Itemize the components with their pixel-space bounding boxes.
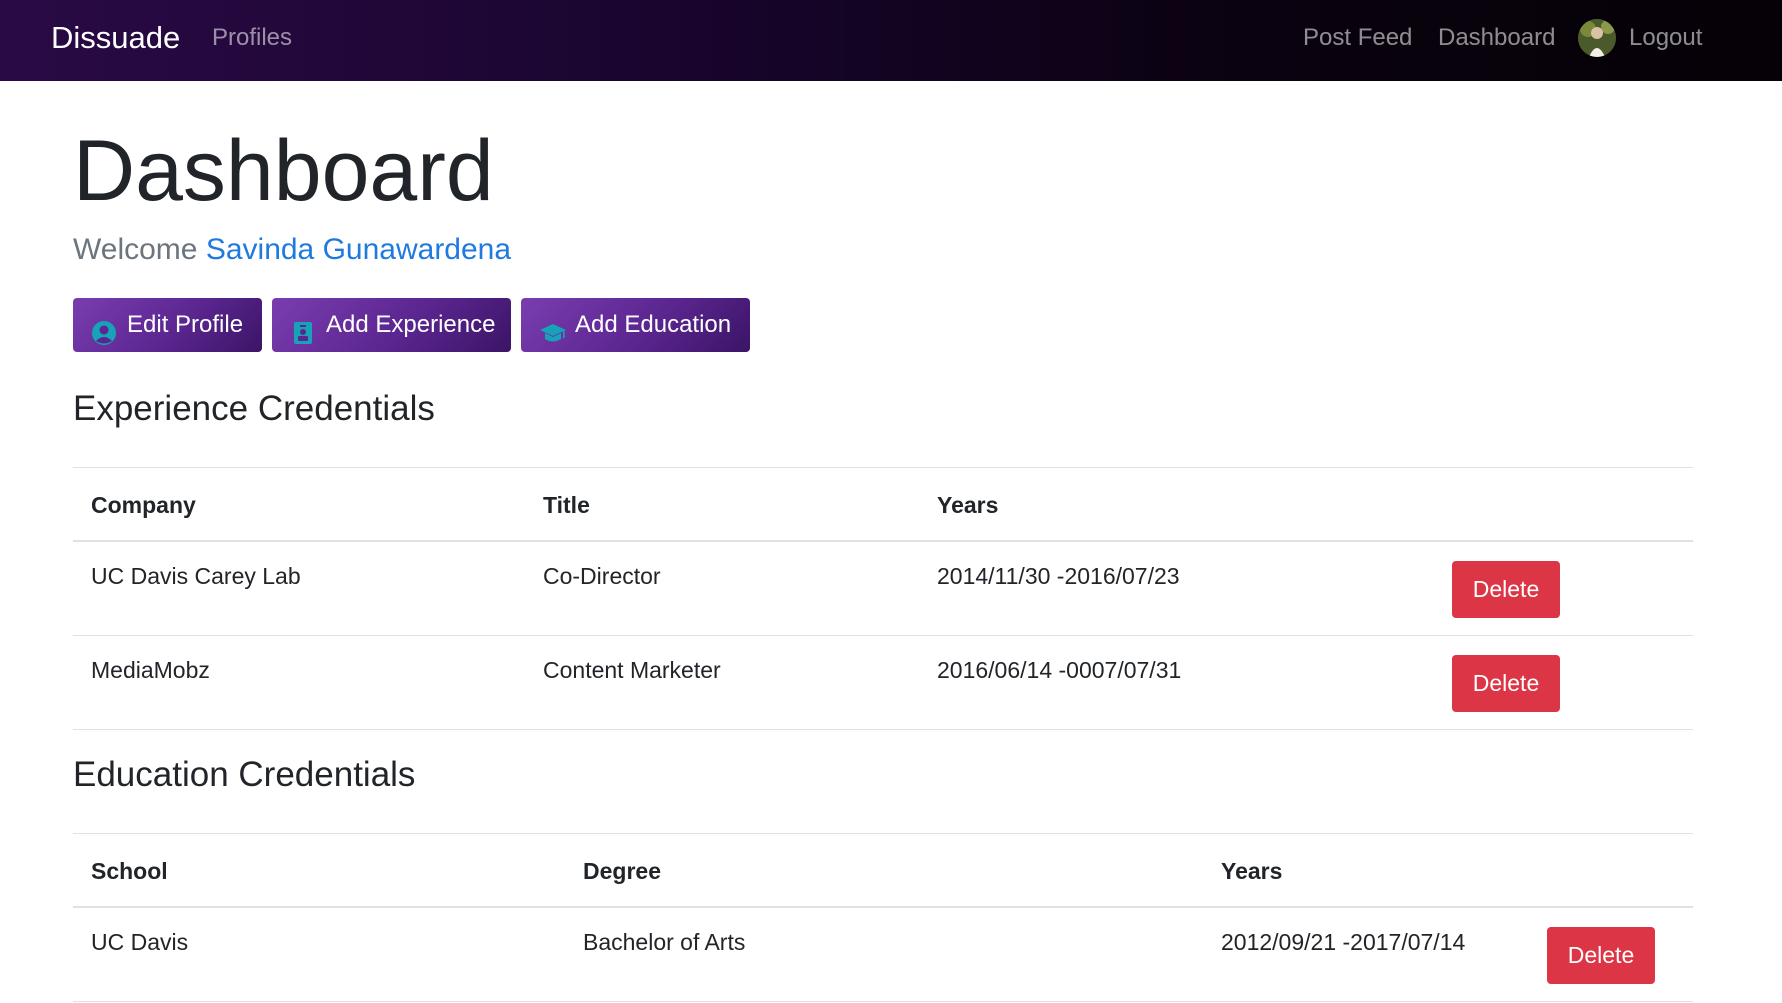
cell-title: Co-Director (543, 563, 661, 589)
table-row: UC Davis Carey Lab Co-Director 2014/11/3… (73, 542, 1693, 636)
nav-link-profiles[interactable]: Profiles (212, 22, 292, 54)
nav-link-dashboard[interactable]: Dashboard (1438, 22, 1555, 54)
cell-title: Content Marketer (543, 657, 721, 683)
nav-link-logout[interactable]: Logout (1629, 22, 1702, 54)
user-profile-link[interactable]: Savinda Gunawardena (206, 233, 511, 266)
delete-education-button[interactable]: Delete (1547, 927, 1655, 984)
add-education-label: Add Education (575, 311, 732, 338)
experience-section-title: Experience Credentials (73, 389, 435, 428)
add-experience-label: Add Experience (326, 311, 496, 338)
edit-profile-label: Edit Profile (127, 311, 244, 338)
experience-table: Company Title Years UC Davis Carey Lab C… (73, 467, 1693, 730)
edit-profile-button[interactable]: Edit Profile (73, 298, 262, 352)
delete-experience-button[interactable]: Delete (1452, 561, 1560, 618)
avatar-image (1578, 19, 1616, 57)
top-navbar: Dissuade Profiles Post Feed Dashboard Lo… (0, 0, 1782, 81)
welcome-prefix: Welcome (73, 233, 198, 266)
user-circle-icon (91, 312, 117, 345)
column-header-school: School (91, 858, 168, 884)
welcome-message: Welcome Savinda Gunawardena (73, 231, 511, 269)
column-header-years: Years (1221, 858, 1283, 884)
cell-school: UC Davis (91, 929, 189, 955)
table-row: MediaMobz Content Marketer 2016/06/14 -0… (73, 636, 1693, 730)
id-badge-icon (290, 312, 316, 344)
brand-logo[interactable]: Dissuade (51, 19, 180, 57)
add-education-button[interactable]: Add Education (521, 298, 750, 352)
graduation-cap-icon (539, 312, 566, 342)
page-title: Dashboard (73, 123, 494, 219)
column-header-title: Title (543, 492, 590, 518)
cell-years: 2016/06/14 -0007/07/31 (937, 657, 1182, 683)
cell-years: 2014/11/30 -2016/07/23 (937, 563, 1180, 589)
nav-link-post-feed[interactable]: Post Feed (1303, 22, 1412, 54)
user-avatar[interactable] (1578, 19, 1616, 57)
cell-company: UC Davis Carey Lab (91, 563, 301, 589)
table-row: UC Davis Bachelor of Arts 2012/09/21 -20… (73, 908, 1693, 1002)
education-section-title: Education Credentials (73, 755, 416, 794)
delete-experience-button[interactable]: Delete (1452, 655, 1560, 712)
column-header-years: Years (937, 492, 999, 518)
column-header-degree: Degree (583, 858, 661, 884)
add-experience-button[interactable]: Add Experience (272, 298, 511, 352)
cell-years: 2012/09/21 -2017/07/14 (1221, 929, 1466, 955)
cell-degree: Bachelor of Arts (583, 929, 746, 955)
column-header-company: Company (91, 492, 196, 518)
education-table: School Degree Years UC Davis Bachelor of… (73, 833, 1693, 1002)
table-header: School Degree Years (73, 834, 1693, 908)
table-header: Company Title Years (73, 468, 1693, 542)
cell-company: MediaMobz (91, 657, 210, 683)
